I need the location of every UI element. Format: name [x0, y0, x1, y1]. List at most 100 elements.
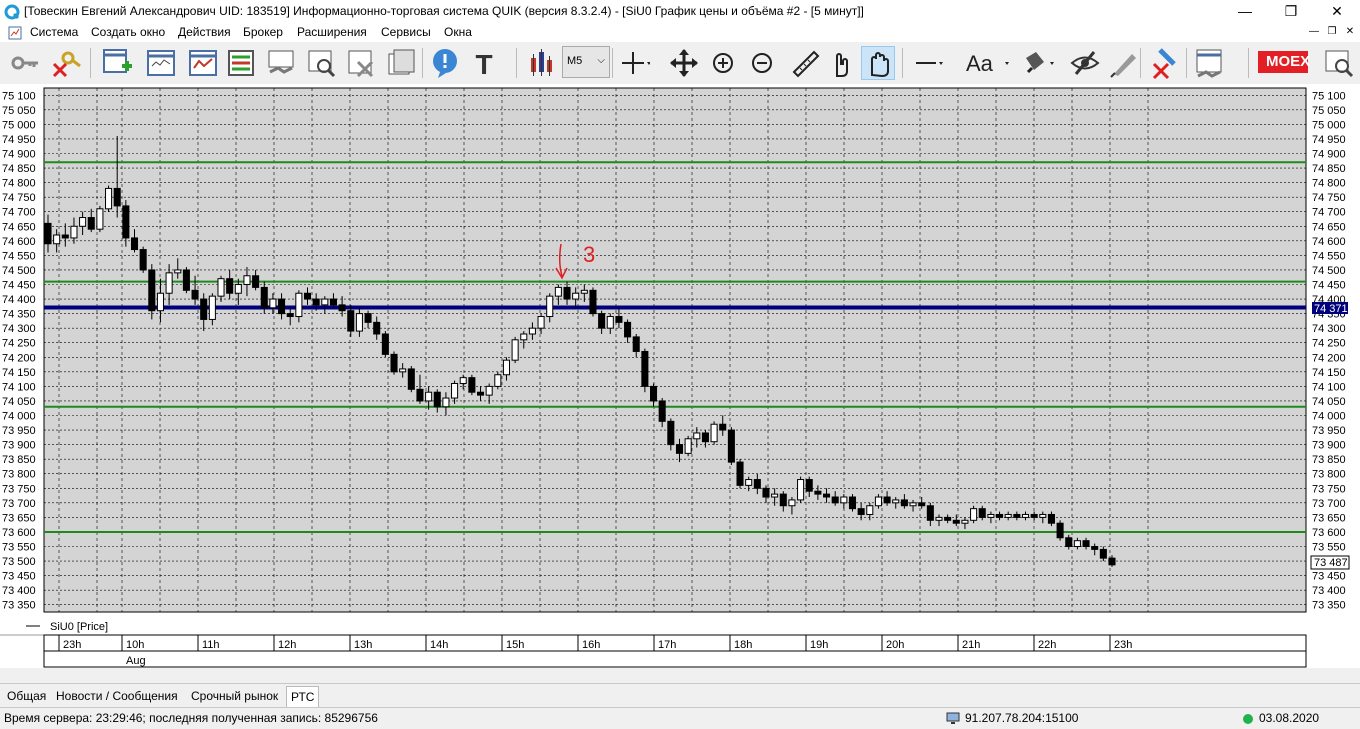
menu-extensions[interactable]: Расширения [297, 25, 367, 39]
zoom-out-icon[interactable] [745, 46, 779, 80]
x-tick-label: 18h [734, 639, 752, 651]
menu-windows[interactable]: Окна [444, 25, 472, 39]
ruler-icon[interactable] [788, 46, 822, 80]
y-tick-label-left: 73 750 [2, 483, 36, 495]
y-tick-label-left: 74 800 [2, 178, 36, 190]
text-tool-icon[interactable]: T [467, 46, 501, 80]
candle-down [996, 513, 1004, 518]
candle-up [874, 496, 882, 507]
fill-color-icon[interactable] [1020, 46, 1054, 80]
chart-window[interactable]: 75 100 75 100 75 050 75 050 75 000 75 000 74 9… [0, 84, 1360, 668]
x-tick-label: 16h [582, 639, 600, 651]
mdi-minimize-button[interactable]: — [1306, 25, 1322, 39]
toolbar: T Aa [0, 42, 1360, 85]
zoom-in-icon[interactable] [706, 46, 740, 80]
trades-icon[interactable] [264, 46, 298, 80]
candle-up [96, 208, 104, 230]
y-tick-label-left: 74 950 [2, 134, 36, 146]
price-chart[interactable]: 75 100 75 100 75 050 75 050 75 000 75 000 74 9… [0, 84, 1360, 668]
y-tick-label-left: 74 000 [2, 411, 36, 423]
interval-select[interactable]: M5 ⌵ [562, 46, 610, 78]
status-date: 03.08.2020 [1259, 711, 1320, 725]
candle-up [451, 382, 459, 399]
y-tick-label-right: 74 950 [1312, 134, 1346, 146]
candle-down [632, 336, 640, 352]
y-tick-label-left: 73 650 [2, 512, 36, 524]
y-tick-label-right: 74 150 [1312, 367, 1346, 379]
table-settings-icon[interactable] [1192, 46, 1226, 80]
info-icon[interactable] [428, 46, 462, 80]
candle-up [79, 217, 87, 227]
status-bar: Время сервера: 23:29:46; последняя получ… [0, 707, 1360, 729]
candle-down [762, 487, 770, 498]
y-tick-label-right: 73 450 [1312, 571, 1346, 583]
toolbar-separator [612, 48, 613, 78]
search-instrument-icon[interactable] [304, 46, 338, 80]
crosshair-icon[interactable] [616, 46, 650, 80]
candle-up [156, 292, 164, 312]
candle-down [381, 333, 389, 355]
hide-eye-icon[interactable] [1068, 46, 1102, 80]
candle-down [122, 205, 130, 239]
candle-down [191, 289, 199, 300]
candle-up [745, 479, 753, 486]
new-table-icon[interactable] [100, 46, 134, 80]
candle-down [44, 222, 52, 245]
close-button[interactable]: ✕ [1314, 0, 1360, 24]
y-tick-label-left: 74 350 [2, 309, 36, 321]
hand-pointer-icon[interactable] [823, 46, 857, 80]
pen-icon[interactable] [1106, 46, 1140, 80]
tab-general[interactable]: Общая [3, 686, 50, 706]
mdi-restore-button[interactable]: ❐ [1324, 25, 1340, 39]
candle-up [693, 432, 701, 440]
move-icon[interactable] [667, 46, 701, 80]
minimize-button[interactable]: — [1222, 0, 1268, 24]
tab-rts[interactable]: РТС [286, 686, 320, 707]
candle-down [278, 298, 286, 315]
y-tick-label-right: 73 800 [1312, 469, 1346, 481]
y-tick-label-left: 74 550 [2, 250, 36, 262]
candle-down [226, 278, 234, 294]
toolbar-separator [1186, 48, 1187, 78]
delete-objects-icon[interactable] [1146, 46, 1180, 80]
search-window-icon[interactable] [1322, 46, 1356, 80]
toolbar-separator [902, 48, 903, 78]
y-tick-label-left: 74 850 [2, 163, 36, 175]
menu-broker[interactable]: Брокер [243, 25, 283, 39]
chart-window-toolbar-icon[interactable] [186, 46, 220, 80]
candle-up [494, 374, 502, 387]
y-tick-label-left: 74 450 [2, 280, 36, 292]
network-icon [946, 712, 960, 724]
hand-pan-icon[interactable] [861, 46, 895, 80]
candle-down [1013, 513, 1021, 518]
candles-icon[interactable] [524, 46, 558, 80]
line-style-icon[interactable] [910, 46, 944, 80]
maximize-button[interactable]: ❐ [1268, 0, 1314, 24]
candle-up [684, 438, 692, 454]
tab-derivatives[interactable]: Срочный рынок [187, 686, 282, 706]
tab-news[interactable]: Новости / Сообщения [52, 686, 182, 706]
candle-down [900, 499, 908, 507]
candle-down [952, 519, 960, 524]
cancel-orders-icon[interactable] [344, 46, 378, 80]
candle-down [563, 286, 571, 300]
mdi-close-button[interactable]: ✕ [1342, 25, 1358, 39]
candle-down [373, 321, 381, 335]
menu-create-window[interactable]: Создать окно [91, 25, 165, 39]
y-tick-label-right: 74 500 [1312, 265, 1346, 277]
quotes-table-icon[interactable] [144, 46, 178, 80]
candle-up [797, 479, 805, 501]
order-book-icon[interactable] [224, 46, 258, 80]
font-icon[interactable]: Aa [962, 46, 1012, 80]
y-tick-label-right: 73 350 [1312, 600, 1346, 612]
key-icon[interactable] [8, 46, 42, 80]
menu-services[interactable]: Сервисы [381, 25, 431, 39]
menu-actions[interactable]: Действия [178, 25, 231, 39]
disconnect-key-icon[interactable] [48, 46, 82, 80]
y-tick-label-left: 74 700 [2, 207, 36, 219]
portfolio-icon[interactable] [384, 46, 418, 80]
menu-system[interactable]: Система [30, 25, 78, 39]
plot-area[interactable] [43, 87, 1307, 613]
moex-logo[interactable]: MOEX [1258, 51, 1310, 73]
candle-up [537, 316, 545, 329]
